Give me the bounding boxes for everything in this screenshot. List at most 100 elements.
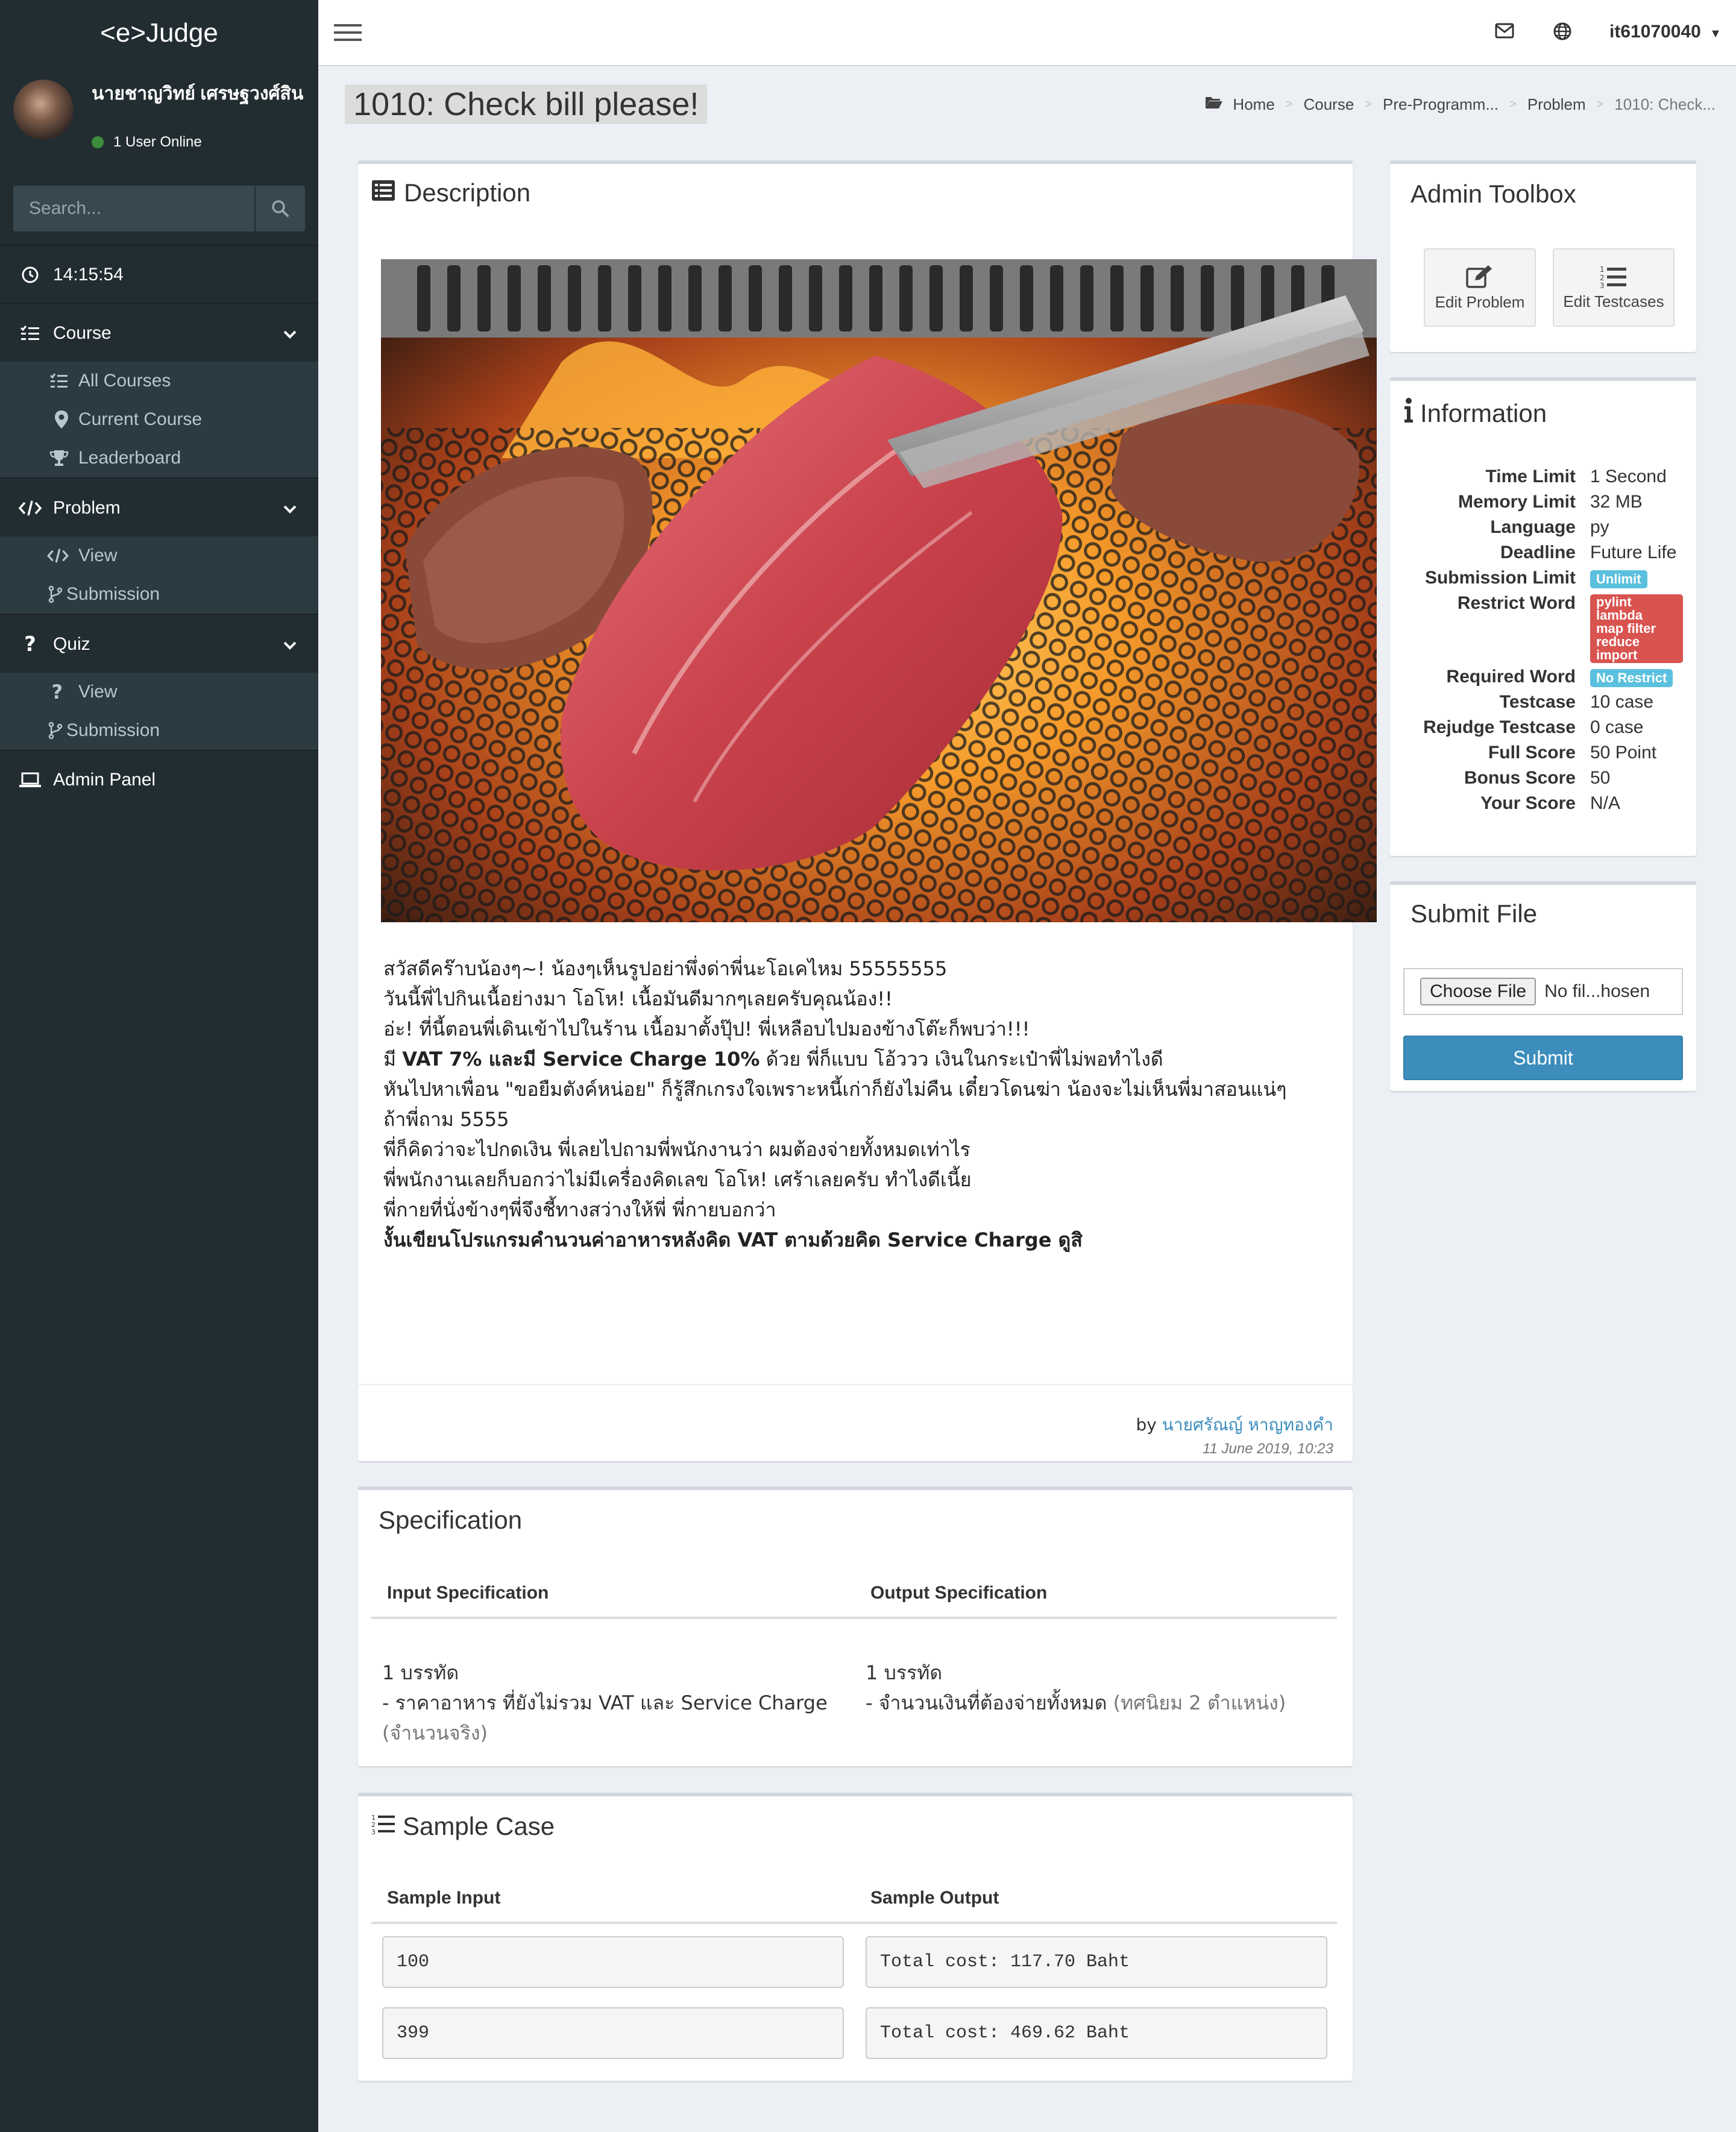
sample-output-1: Total cost: 117.70 Baht — [866, 1936, 1327, 1988]
description-title: Description — [371, 178, 530, 207]
admin-toolbox-title: Admin Toolbox — [1410, 180, 1576, 208]
sidebar-item-leaderboard[interactable]: Leaderboard — [0, 439, 318, 477]
info-submission-limit: Submission Limit Unlimit — [1390, 568, 1696, 593]
info-deadline: Deadline Future Life — [1500, 542, 1677, 562]
sidebar: <e>Judge นายชาญวิทย์ เศรษฐวงศ์สิน 1 User… — [0, 0, 318, 2132]
search-icon — [272, 200, 289, 217]
chevron-down-icon — [283, 634, 297, 655]
user-account-menu[interactable]: it61070040 ▼ — [1609, 22, 1722, 42]
breadcrumb-home[interactable]: Home — [1233, 95, 1274, 114]
list-icon — [0, 373, 78, 389]
avatar — [13, 80, 74, 140]
code-icon — [0, 500, 53, 517]
sidebar-item-quiz-view[interactable]: ? View — [0, 673, 318, 711]
page-title: 1010: Check bill please! — [345, 84, 708, 124]
list-ol-icon: 123 — [1600, 265, 1626, 289]
breadcrumb-current: 1010: Check... — [1614, 95, 1716, 113]
code-branch-icon — [0, 722, 66, 740]
breadcrumb-preprogramming[interactable]: Pre-Programm... — [1383, 95, 1499, 114]
clock-icon — [0, 266, 53, 284]
sidebar-search — [13, 186, 305, 231]
code-icon — [0, 548, 78, 564]
chevron-down-icon — [283, 323, 297, 344]
globe-icon[interactable] — [1553, 22, 1572, 44]
sidebar-item-quiz[interactable]: ? Quiz — [0, 616, 318, 673]
sidebar-item-quiz-submission[interactable]: Submission — [0, 711, 318, 750]
sidebar-item-problem[interactable]: Problem — [0, 480, 318, 536]
online-dot-icon — [92, 136, 104, 148]
svg-text:1: 1 — [1600, 265, 1605, 274]
submit-button[interactable]: Submit — [1403, 1036, 1683, 1080]
output-spec-text: 1 บรรทัด - จำนวนเงินที่ต้องจ่ายทั้งหมด (… — [866, 1661, 1286, 1714]
code-branch-icon — [0, 585, 66, 603]
sample-output-2: Total cost: 469.62 Baht — [866, 2007, 1327, 2059]
course-submenu: All Courses Current Course Leaderboard — [0, 362, 318, 477]
list-alt-icon — [371, 178, 395, 207]
input-spec-text: 1 บรรทัด - ราคาอาหาร ที่ยังไม่รวม VAT แล… — [382, 1661, 828, 1744]
user-name: นายชาญวิทย์ เศรษฐวงศ์สิน — [92, 84, 304, 104]
map-marker-icon — [0, 410, 78, 429]
author-line: by นายศรัณญ์ หาญทองคำ — [1136, 1415, 1333, 1435]
info-language: Language py — [1490, 517, 1609, 537]
search-input[interactable] — [13, 186, 254, 231]
quiz-submenu: ? View Submission — [0, 673, 318, 750]
submit-file-box: Submit File Choose File No fil...hosen S… — [1390, 881, 1696, 1091]
sample-case-box: 123 Sample Case Sample Input Sample Outp… — [358, 1793, 1353, 2081]
info-icon — [1403, 398, 1414, 429]
user-panel: นายชาญวิทย์ เศรษฐวงศ์สิน 1 User Online — [0, 66, 318, 163]
sidebar-item-current-course[interactable]: Current Course — [0, 400, 318, 439]
sidebar-item-problem-submission[interactable]: Submission — [0, 575, 318, 614]
post-date: 11 June 2019, 10:23 — [1202, 1441, 1333, 1457]
specification-box: Specification Input Specification Output… — [358, 1486, 1353, 1766]
laptop-icon — [0, 772, 53, 788]
sidebar-item-admin-panel[interactable]: Admin Panel — [0, 752, 318, 808]
sample-case-title: 123 Sample Case — [371, 1812, 555, 1840]
description-text: สวัสดีคร๊าบน้องๆ~! น้องๆเห็นรูปอย่าพึ่งด… — [383, 957, 1287, 1251]
envelope-icon[interactable] — [1495, 23, 1514, 42]
app-logo[interactable]: <e>Judge — [0, 0, 318, 66]
svg-text:3: 3 — [371, 1828, 376, 1835]
question-icon: ? — [24, 632, 36, 656]
author-link[interactable]: นายศรัณญ์ หาญทองคำ — [1162, 1415, 1333, 1435]
info-memory-limit: Memory Limit 32 MB — [1458, 492, 1643, 512]
edit-problem-button[interactable]: Edit Problem — [1424, 248, 1536, 327]
caret-down-icon: ▼ — [1709, 27, 1722, 40]
choose-file-button[interactable]: Choose File — [1420, 978, 1536, 1005]
file-input[interactable]: Choose File No fil...hosen — [1403, 968, 1683, 1015]
sample-input-header: Sample Input — [387, 1888, 501, 1908]
info-bonus-score: Bonus Score 50 — [1464, 768, 1611, 788]
sidebar-item-problem-view[interactable]: View — [0, 536, 318, 575]
sidebar-item-all-courses[interactable]: All Courses — [0, 362, 318, 400]
sidebar-clock: 14:15:54 — [0, 247, 318, 303]
breadcrumb-course[interactable]: Course — [1303, 95, 1354, 114]
problem-image-grilled-meat — [381, 259, 1377, 922]
restrict-word-badge: pylint lambda map filter reduce import — [1590, 594, 1683, 663]
info-rejudge-testcase: Rejudge Testcase 0 case — [1423, 717, 1644, 737]
edit-icon — [1466, 265, 1492, 288]
top-navbar: it61070040 ▼ — [318, 0, 1736, 66]
info-full-score: Full Score 50 Point — [1488, 743, 1657, 763]
hamburger-menu-icon[interactable] — [333, 22, 363, 46]
edit-testcases-button[interactable]: 123 Edit Testcases — [1553, 248, 1675, 327]
svg-text:2: 2 — [1600, 274, 1605, 282]
online-status: 1 User Online — [92, 134, 202, 151]
input-spec-header: Input Specification — [387, 1583, 549, 1603]
description-box: Description สวัสดีคร๊าบน้องๆ~! น้องๆเห็น… — [358, 160, 1377, 1461]
information-box: Information Time Limit 1 Second Memory Li… — [1390, 377, 1696, 856]
submit-file-title: Submit File — [1410, 899, 1538, 928]
breadcrumb: Home > Course > Pre-Programm... > Problem > … — [1205, 95, 1716, 114]
search-button[interactable] — [254, 186, 305, 231]
status-badge: No Restrict — [1590, 669, 1673, 687]
svg-text:3: 3 — [1600, 281, 1605, 289]
trophy-icon — [0, 449, 78, 467]
file-name-text: No fil...hosen — [1544, 981, 1650, 1001]
description-footer: by นายศรัณญ์ หาญทองคำ 11 June 2019, 10:2… — [358, 1384, 1353, 1457]
information-title: Information — [1403, 398, 1547, 429]
admin-toolbox: Admin Toolbox Edit Problem 123 Edit Test… — [1390, 160, 1696, 352]
output-spec-header: Output Specification — [870, 1583, 1048, 1603]
breadcrumb-problem[interactable]: Problem — [1527, 95, 1586, 114]
sample-output-header: Sample Output — [870, 1888, 999, 1908]
sidebar-item-course[interactable]: Course — [0, 305, 318, 362]
chevron-down-icon — [283, 498, 297, 518]
info-testcase: Testcase 10 case — [1499, 692, 1654, 712]
